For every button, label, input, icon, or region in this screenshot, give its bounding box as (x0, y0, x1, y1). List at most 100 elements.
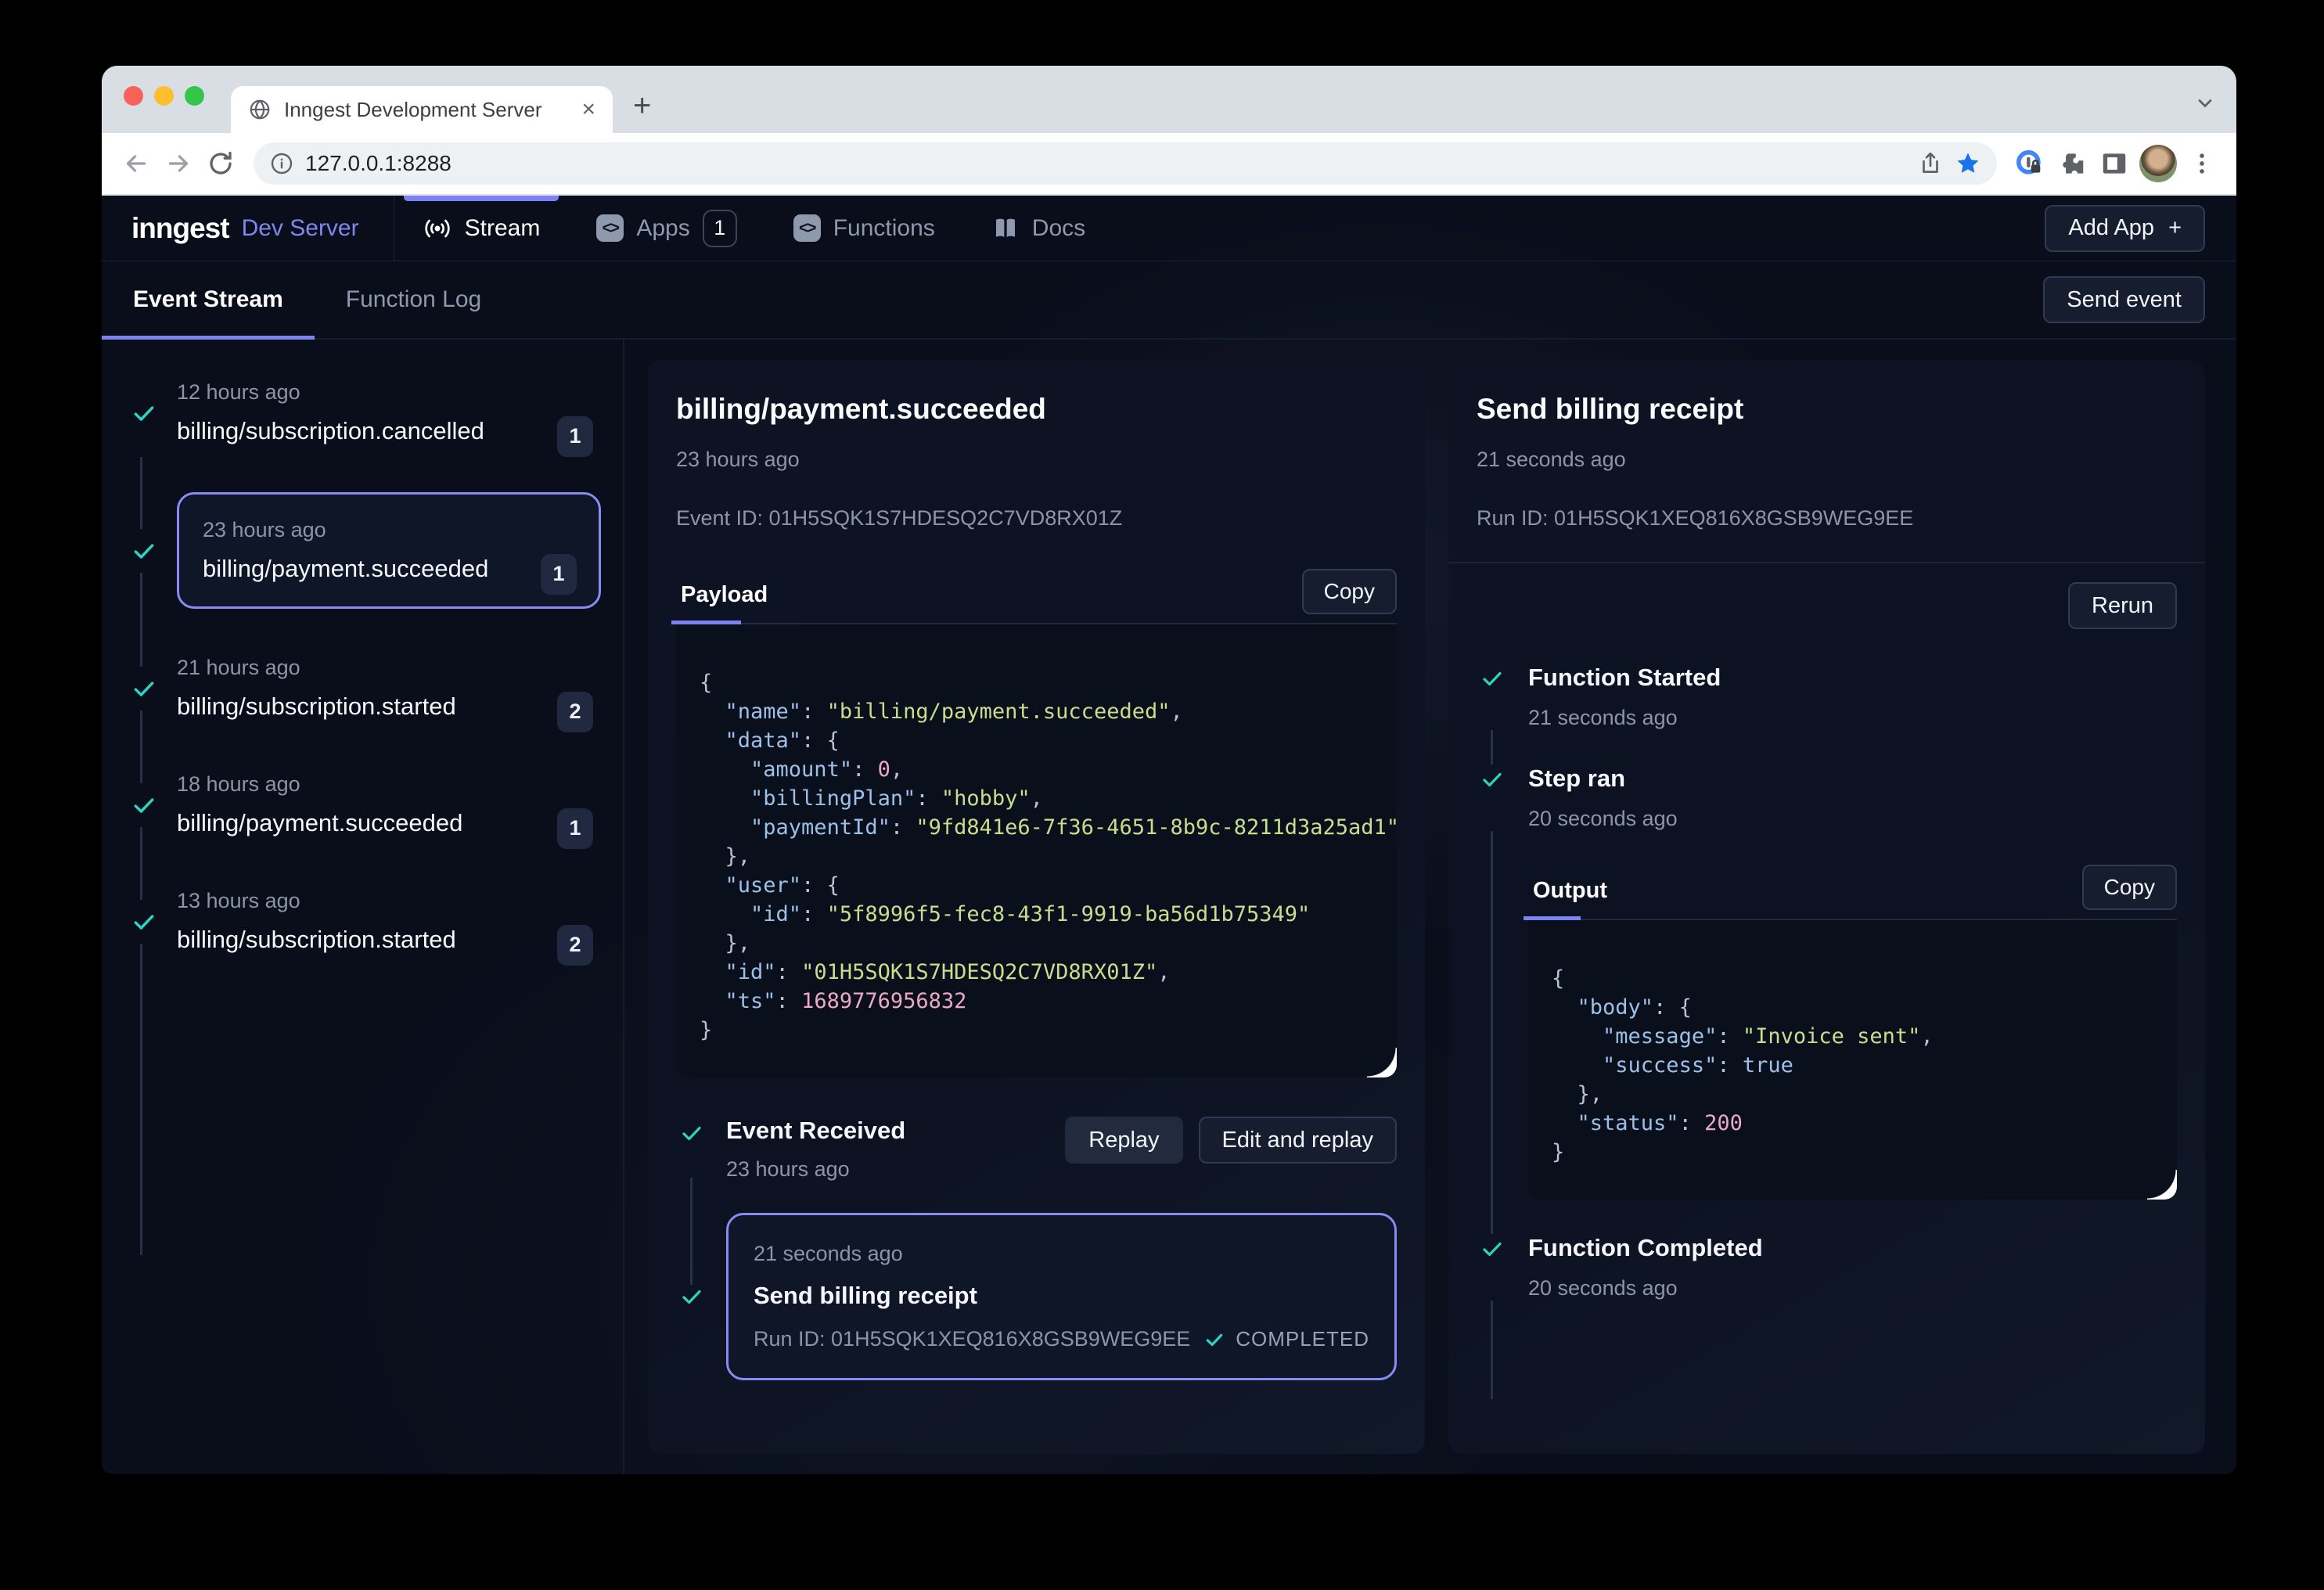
event-count-badge: 2 (557, 925, 593, 966)
browser-window: Inngest Development Server × + (102, 66, 2236, 1474)
run-timeline: Function Started 21 seconds ago Step ran (1477, 664, 2177, 1300)
run-detail-time: 21 seconds ago (1477, 448, 2177, 472)
event-received-time: 23 hours ago (726, 1157, 1046, 1182)
nav-label-stream: Stream (465, 215, 541, 242)
timeline-connector (690, 1178, 693, 1301)
event-count-badge: 2 (557, 692, 593, 732)
new-tab-button[interactable]: + (633, 88, 651, 124)
browser-tab[interactable]: Inngest Development Server × (231, 86, 613, 133)
reload-icon[interactable] (203, 146, 238, 181)
timeline-step-label: Function Completed (1528, 1234, 1763, 1262)
browser-menu-kebab-icon[interactable] (2185, 146, 2219, 181)
nav-label-functions: Functions (833, 215, 935, 242)
timeline-step: Function Started 21 seconds ago (1477, 664, 2177, 730)
browser-toolbar: 127.0.0.1:8288 (102, 133, 2236, 196)
list-item[interactable]: 18 hours ago billing/payment.succeeded 1 (128, 768, 596, 842)
add-app-label: Add App (2068, 215, 2154, 241)
event-count-badge: 1 (557, 416, 593, 457)
event-time: 12 hours ago (177, 380, 596, 405)
timeline-step: Function Completed 20 seconds ago (1477, 1234, 2177, 1300)
list-item[interactable]: 12 hours ago billing/subscription.cancel… (128, 376, 596, 450)
list-item-selected[interactable]: 23 hours ago billing/payment.succeeded 1 (128, 492, 596, 609)
divider (1448, 562, 2205, 563)
browser-tab-strip: Inngest Development Server × + (102, 66, 2236, 133)
output-box: Output Copy { "body": { "message": "Invo… (1528, 862, 2177, 1200)
page-fold-icon (2147, 1170, 2177, 1200)
check-icon (676, 1285, 707, 1308)
edit-and-replay-button[interactable]: Edit and replay (1199, 1117, 1397, 1164)
send-event-label: Send event (2067, 287, 2182, 313)
inngest-dev-server-app: inngest Dev Server Stream (102, 196, 2236, 1474)
bookmark-star-icon[interactable] (1955, 150, 1981, 177)
event-time: 18 hours ago (177, 772, 596, 797)
tab-search-chevron-icon[interactable] (2194, 92, 2216, 114)
broadcast-icon (423, 214, 452, 243)
close-window-button[interactable] (124, 86, 143, 106)
profile-avatar[interactable] (2139, 145, 2177, 182)
page-fold-icon (1367, 1048, 1397, 1077)
copy-payload-button[interactable]: Copy (1302, 569, 1397, 614)
tab-close-icon[interactable]: × (581, 98, 595, 121)
event-time: 23 hours ago (203, 518, 575, 542)
extensions-puzzle-icon[interactable] (2055, 146, 2089, 181)
output-tab[interactable]: Output (1528, 862, 1612, 919)
run-card-selected[interactable]: 21 seconds ago Send billing receipt Run … (726, 1213, 1397, 1380)
tab-function-log[interactable]: Function Log (315, 261, 513, 338)
event-count-badge: 1 (541, 554, 577, 595)
timeline-step-label: Step ran (1528, 764, 1678, 793)
copy-output-button[interactable]: Copy (2082, 865, 2177, 910)
run-status-label: COMPLETED (1236, 1327, 1369, 1351)
event-name: billing/subscription.started (177, 926, 596, 954)
back-icon[interactable] (119, 146, 153, 181)
nav-item-functions[interactable]: <> Functions (765, 196, 963, 261)
tab-event-stream[interactable]: Event Stream (102, 261, 315, 338)
password-manager-extension-icon[interactable] (2013, 146, 2047, 181)
minimize-window-button[interactable] (154, 86, 174, 106)
send-event-button[interactable]: Send event (2043, 276, 2205, 323)
run-id: Run ID: 01H5SQK1XEQ816X8GSB9WEG9EE (754, 1327, 1190, 1351)
run-detail-panel: Send billing receipt 21 seconds ago Run … (1448, 360, 2205, 1454)
screenshot-root: Inngest Development Server × + (0, 0, 2324, 1590)
nav-item-apps[interactable]: <> Apps 1 (568, 196, 764, 261)
timeline-step-time: 21 seconds ago (1528, 706, 1721, 730)
check-icon (128, 667, 160, 710)
payload-code[interactable]: { "name": "billing/payment.succeeded", "… (676, 624, 1397, 1077)
nav-label-docs: Docs (1032, 215, 1085, 242)
url-bar[interactable]: 127.0.0.1:8288 (254, 142, 1997, 185)
nav-item-stream[interactable]: Stream (394, 196, 569, 261)
check-icon (1477, 664, 1508, 730)
event-list: 12 hours ago billing/subscription.cancel… (102, 340, 624, 1474)
event-name: billing/subscription.started (177, 692, 596, 721)
tab-function-log-label: Function Log (346, 286, 481, 313)
app-top-nav: inngest Dev Server Stream (102, 196, 2236, 261)
check-icon (1477, 764, 1508, 831)
payload-tab[interactable]: Payload (676, 567, 772, 623)
event-detail-title: billing/payment.succeeded (676, 393, 1397, 426)
nav-label-apps: Apps (636, 215, 689, 242)
side-panel-icon[interactable] (2097, 146, 2132, 181)
list-item[interactable]: 21 hours ago billing/subscription.starte… (128, 651, 596, 725)
dev-server-label: Dev Server (242, 215, 359, 242)
nav-items: Stream <> Apps 1 <> Functions (394, 196, 1114, 261)
tab-event-stream-label: Event Stream (133, 286, 283, 313)
timeline-step: Step ran 20 seconds ago (1477, 764, 2177, 831)
plus-icon: + (2168, 215, 2182, 241)
rerun-button[interactable]: Rerun (2068, 582, 2177, 629)
forward-icon[interactable] (161, 146, 196, 181)
add-app-button[interactable]: Add App + (2045, 205, 2205, 252)
nav-item-docs[interactable]: Docs (963, 196, 1113, 261)
list-item[interactable]: 13 hours ago billing/subscription.starte… (128, 884, 596, 959)
share-icon[interactable] (1917, 150, 1944, 177)
url-text[interactable]: 127.0.0.1:8288 (305, 151, 1906, 176)
event-detail-time: 23 hours ago (676, 448, 1397, 472)
window-controls[interactable] (124, 86, 204, 106)
timeline-step-time: 20 seconds ago (1528, 807, 1678, 831)
zoom-window-button[interactable] (185, 86, 204, 106)
run-status-badge: COMPLETED (1204, 1327, 1369, 1351)
check-icon (128, 900, 160, 944)
replay-button[interactable]: Replay (1065, 1117, 1182, 1164)
run-detail-run-id: Run ID: 01H5SQK1XEQ816X8GSB9WEG9EE (1477, 506, 2177, 531)
event-received-section: Event Received 23 hours ago Replay Edit … (676, 1117, 1397, 1380)
output-code[interactable]: { "body": { "message": "Invoice sent", "… (1528, 920, 2177, 1200)
site-info-icon[interactable] (269, 151, 294, 176)
